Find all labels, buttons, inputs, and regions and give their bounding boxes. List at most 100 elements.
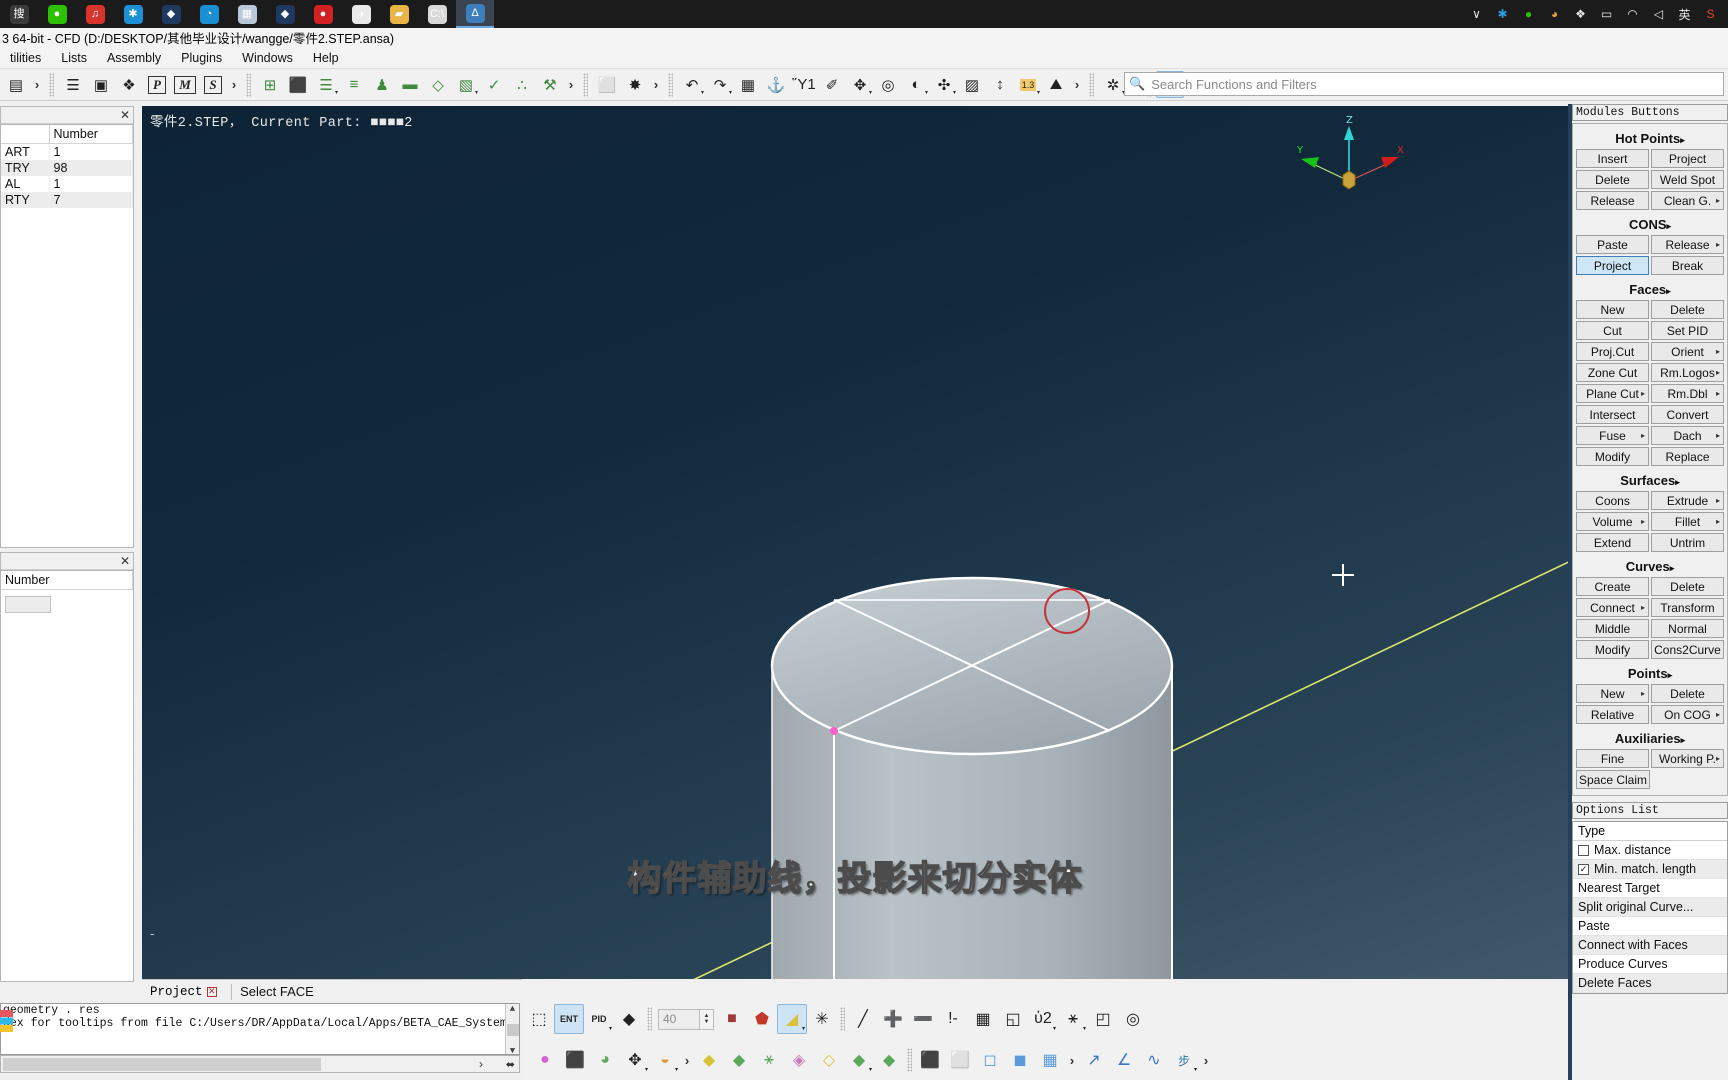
btn-new[interactable]: New ▸ <box>1576 684 1649 703</box>
btn-rm-dbl[interactable]: Rm.Dbl ▸ <box>1651 384 1724 403</box>
btn-fine[interactable]: Fine <box>1576 749 1649 768</box>
delete-button[interactable]: Ὕ1 <box>790 71 818 98</box>
option-connect-with-faces[interactable]: Connect with Faces <box>1573 936 1727 955</box>
btn-extrude[interactable]: Extrude ▸ <box>1651 491 1724 510</box>
duplicate-button[interactable]: ◰ <box>1088 1004 1118 1034</box>
polygon-select-button[interactable]: ⬟ <box>747 1004 777 1034</box>
block-3d-button[interactable]: ◼ <box>1005 1045 1035 1075</box>
tab-project[interactable]: Project ✕ <box>142 983 223 1001</box>
btn-convert[interactable]: Convert <box>1651 405 1724 424</box>
mesh-tool-button[interactable]: ▦ <box>734 71 762 98</box>
node-add-button[interactable]: ✲▾ <box>1099 71 1127 98</box>
hot-points-button[interactable]: ◇ <box>814 1045 844 1075</box>
curves-button[interactable]: ◆ ▾ <box>844 1045 874 1075</box>
scroll-down-icon[interactable]: ▼ <box>506 1046 519 1054</box>
line-draw-button[interactable]: ╱ <box>848 1004 878 1034</box>
curve-blue-button[interactable]: ∿ <box>1139 1045 1169 1075</box>
menu-item-tilities[interactable]: tilities <box>0 49 51 67</box>
btn-clean-g[interactable]: Clean G. ▸ <box>1651 191 1724 210</box>
report-button[interactable]: ☰ ▾ <box>312 71 340 98</box>
invert-button[interactable]: !- <box>938 1004 968 1034</box>
console-scrollbar[interactable]: ▲ ▼ <box>505 1004 519 1054</box>
check-button[interactable]: ✓ <box>480 71 508 98</box>
pid-filter-button[interactable]: PID ▾ <box>584 1004 614 1034</box>
tray-ime-icon[interactable]: 英 <box>1676 6 1693 23</box>
submenu-arrow-icon[interactable]: ▸ <box>1641 517 1645 526</box>
dropdown-caret-icon[interactable]: ▾ <box>609 1025 612 1032</box>
face-yellow-button[interactable]: ◆ <box>694 1045 724 1075</box>
angle-spinner[interactable]: ▲ ▼ <box>700 1008 714 1030</box>
table-row[interactable]: AL 1 <box>1 176 133 192</box>
app-icon-recorder[interactable]: ● <box>304 0 342 28</box>
scroll-up-icon[interactable]: ▲ <box>506 1004 519 1014</box>
sets-button[interactable]: ❖ <box>115 71 143 98</box>
app-icon-sogou[interactable]: 搜 <box>0 0 38 28</box>
btn-rm-logos[interactable]: Rm.Logos ▸ <box>1651 363 1724 382</box>
expand-chevron-icon[interactable]: › <box>479 1057 483 1071</box>
btn-coons[interactable]: Coons <box>1576 491 1649 510</box>
property-p-button[interactable]: P <box>143 71 171 98</box>
tray-wechat-icon[interactable]: ● <box>1520 6 1537 23</box>
dropdown-caret-icon[interactable]: ▾ <box>675 1066 678 1073</box>
submenu-arrow-icon[interactable]: ▸ <box>1716 431 1720 440</box>
angle-value-field[interactable]: 40 ▲ ▼ <box>658 1008 714 1030</box>
sphere-view-button[interactable]: ● <box>530 1045 560 1075</box>
btn-middle[interactable]: Middle <box>1576 619 1649 638</box>
app-icon-ansa[interactable]: Δ <box>456 0 494 28</box>
tools-button[interactable]: ⚒ <box>536 71 564 98</box>
group-header-faces[interactable]: Faces▸ <box>1576 277 1724 300</box>
btn-delete[interactable]: Delete <box>1651 300 1724 319</box>
btn-on-cog[interactable]: On COG ▸ <box>1651 705 1724 724</box>
group-header-hot-points[interactable]: Hot Points▸ <box>1576 126 1724 149</box>
app-icon-star-blue[interactable]: ✱ <box>114 0 152 28</box>
step-cn-button[interactable]: 步 ▾ <box>1169 1045 1199 1075</box>
submenu-arrow-icon[interactable]: ▸ <box>1641 689 1645 698</box>
menu-item-plugins[interactable]: Plugins <box>171 49 232 67</box>
render-mode-button[interactable]: ◕ <box>590 1045 620 1075</box>
btn-delete[interactable]: Delete <box>1651 577 1724 596</box>
btn-fuse[interactable]: Fuse ▸ <box>1576 426 1649 445</box>
btn-transform[interactable]: Transform <box>1651 598 1724 617</box>
btn-plane-cut[interactable]: Plane Cut ▸ <box>1576 384 1649 403</box>
dropdown-caret-icon[interactable]: ▾ <box>1194 1066 1197 1073</box>
database-browser-button[interactable]: ☰ <box>59 71 87 98</box>
tray-battery-icon[interactable]: ▭ <box>1598 6 1615 23</box>
submenu-arrow-icon[interactable]: ▸ <box>1641 389 1645 398</box>
table-row[interactable]: TRY 98 <box>1 160 133 176</box>
add-plus-button[interactable]: ➕ <box>878 1004 908 1034</box>
monitor-button[interactable]: ▧ ▾ <box>452 71 480 98</box>
container-button[interactable]: ▬ <box>396 71 424 98</box>
checkbox[interactable] <box>1578 844 1589 856</box>
picture-button[interactable]: ⛰ <box>1042 71 1070 98</box>
btn-cons2curve[interactable]: Cons2Curve <box>1651 640 1724 659</box>
part-manager-button[interactable]: ▣ <box>87 71 115 98</box>
option-nearest-target[interactable]: Nearest Target <box>1573 879 1727 898</box>
expand-measure-chevron[interactable]: › <box>1199 1053 1213 1068</box>
dropdown-caret-icon[interactable]: ▾ <box>953 89 956 96</box>
btn-insert[interactable]: Insert <box>1576 149 1649 168</box>
dropdown-caret-icon[interactable]: ▾ <box>925 89 928 96</box>
dropdown-caret-icon[interactable]: ▾ <box>869 1066 872 1073</box>
group-header-cons[interactable]: CONS▸ <box>1576 212 1724 235</box>
menu-item-lists[interactable]: Lists <box>51 49 97 67</box>
expand-view-chevron[interactable]: › <box>680 1053 694 1068</box>
box-view-button[interactable]: ⬜ <box>593 71 621 98</box>
submenu-arrow-icon[interactable]: ▸ <box>1641 603 1645 612</box>
close-icon[interactable]: ✕ <box>120 108 130 122</box>
group-expand-arrow-icon[interactable]: ▸ <box>1670 563 1675 573</box>
app-icon-paraview-2[interactable]: ◆ <box>266 0 304 28</box>
sections-s-button[interactable]: S <box>199 71 227 98</box>
solid-3d-button[interactable]: ⬜ <box>945 1045 975 1075</box>
grid-3d-button[interactable]: ▦ <box>1035 1045 1065 1075</box>
user-list-button[interactable]: ♟ <box>368 71 396 98</box>
dropdown-caret-icon[interactable]: ▾ <box>802 1025 805 1032</box>
dropdown-caret-icon[interactable]: ▾ <box>729 89 732 96</box>
ruler-button[interactable]: ↕ <box>986 71 1014 98</box>
option-delete-faces[interactable]: Delete Faces <box>1573 974 1727 993</box>
option-produce-curves[interactable]: Produce Curves <box>1573 955 1727 974</box>
dropdown-caret-icon[interactable]: ▾ <box>335 89 338 96</box>
submenu-arrow-icon[interactable]: ▸ <box>1716 710 1720 719</box>
light-button[interactable]: ◐ ▾ <box>902 71 930 98</box>
btn-normal[interactable]: Normal <box>1651 619 1724 638</box>
btn-release[interactable]: Release ▸ <box>1651 235 1724 254</box>
